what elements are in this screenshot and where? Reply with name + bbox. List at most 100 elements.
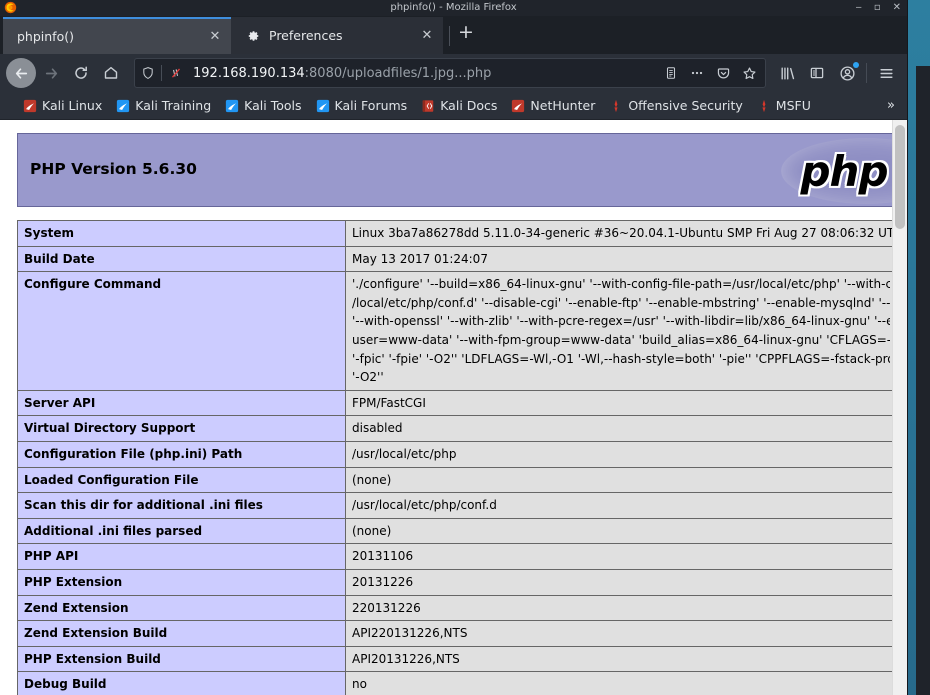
tab-separator [449,26,450,46]
new-tab-button[interactable]: + [452,22,484,46]
offsec-icon [614,99,618,112]
configure-line: './configure' '--build=x86_64-linux-gnu'… [352,277,890,292]
maximize-button[interactable]: ▫ [874,0,881,16]
bookmark-label: MSFU [775,98,811,113]
row-key: Loaded Configuration File [17,466,346,494]
url-input[interactable]: 192.168.190.134:8080/uploadfiles/1.jpg..… [187,66,659,81]
tab-close-icon[interactable]: ✕ [207,29,223,44]
scrollbar-thumb[interactable] [895,125,905,229]
configure-line: user=www-data' '--with-fpm-group=www-dat… [352,332,890,347]
row-key: Configure Command [17,271,346,391]
forward-button[interactable] [36,58,66,88]
table-row: Loaded Configuration File (none) [17,466,897,494]
reader-mode-icon[interactable] [659,61,683,85]
bookmark-msfu[interactable]: MSFU [750,95,818,117]
table-row: PHP Extension Build API20131226,NTS [17,645,897,673]
configure-line: '-fpic' '-fpie' '-O2'' 'LDFLAGS=-Wl,-O1 … [352,351,890,366]
tab-strip: phpinfo() ✕ Preferences ✕ + [0,16,907,54]
row-value: /usr/local/etc/php [345,440,897,468]
table-row: PHP API 20131106 [17,543,897,570]
offsec-icon [762,99,766,112]
bookmark-kali-training[interactable]: Kali Training [109,95,218,117]
tab-label: phpinfo() [17,29,74,44]
vertical-scrollbar[interactable] [892,120,907,695]
close-button[interactable]: ✕ [893,0,901,16]
kali-dragon-icon [23,99,37,112]
tab-phpinfo[interactable]: phpinfo() ✕ [3,17,231,54]
bookmark-kali-tools[interactable]: Kali Tools [218,95,308,117]
bookmark-label: Kali Linux [42,98,103,113]
row-key: PHP Extension Build [17,645,346,673]
tab-preferences[interactable]: Preferences ✕ [231,17,443,54]
bookmark-label: Kali Tools [244,98,302,113]
bookmark-kali-forums[interactable]: Kali Forums [309,95,415,117]
row-key: Virtual Directory Support [17,415,346,442]
table-row: Zend Extension 220131226 [17,594,897,622]
kali-book-icon [422,99,434,112]
insecure-connection-icon[interactable] [165,66,187,80]
navigation-toolbar: 192.168.190.134:8080/uploadfiles/1.jpg..… [0,54,907,92]
phpinfo-table: System Linux 3ba7a86278dd 5.11.0-34-gene… [17,220,897,695]
window-titlebar: phpinfo() - Mozilla Firefox ‒ ▫ ✕ [0,0,907,16]
account-icon[interactable] [832,58,862,88]
bookmark-kali-docs[interactable]: Kali Docs [414,95,504,117]
row-key: Server API [17,389,346,417]
table-row: Configure Command './configure' '--build… [17,271,897,391]
library-icon[interactable] [772,58,802,88]
back-button[interactable] [6,58,36,88]
row-key: Zend Extension Build [17,620,346,647]
window-title: phpinfo() - Mozilla Firefox [390,2,517,13]
tab-label: Preferences [269,28,343,43]
table-row: Zend Extension Build API220131226,NTS [17,620,897,647]
row-key: PHP API [17,543,346,570]
row-value: API20131226,NTS [345,645,897,673]
page-title: PHP Version 5.6.30 [30,160,197,178]
home-button[interactable] [96,58,126,88]
bookmark-label: Offensive Security [628,98,743,113]
phpinfo-page: PHP Version 5.6.30 php System Linux 3ba7… [9,120,897,695]
php-logo-icon: php [781,138,896,204]
table-row: Virtual Directory Support disabled [17,415,897,442]
url-bar[interactable]: 192.168.190.134:8080/uploadfiles/1.jpg..… [134,58,766,88]
row-key: Debug Build [17,671,346,695]
row-key: Zend Extension [17,594,346,622]
row-value: 20131106 [345,543,897,570]
shield-icon[interactable] [137,66,159,80]
ellipsis-icon[interactable] [685,61,709,85]
bookmark-offensive-security[interactable]: Offensive Security [602,95,749,117]
url-host: 192.168.190.134 [193,65,305,81]
table-row: Configuration File (php.ini) Path /usr/l… [17,440,897,468]
reload-button[interactable] [66,58,96,88]
table-row: Scan this dir for additional .ini files … [17,492,897,519]
row-value: May 13 2017 01:24:07 [345,245,897,273]
window-controls: ‒ ▫ ✕ [855,0,901,16]
bookmarks-bar: Kali Linux Kali Training Kali Tools Kali… [0,92,907,120]
kali-dragon-icon [512,99,525,112]
table-row: Debug Build no [17,671,897,695]
row-value-configure-command: './configure' '--build=x86_64-linux-gnu'… [345,271,897,391]
row-value: /usr/local/etc/php/conf.d [345,492,897,519]
bookmark-nethunter[interactable]: NetHunter [504,95,602,117]
table-row: Additional .ini files parsed (none) [17,517,897,545]
configure-line: '--with-openssl' '--with-zlib' '--with-p… [352,314,890,329]
row-value: 20131226 [345,568,897,596]
bookmark-kali-linux[interactable]: Kali Linux [16,95,109,117]
row-value: Linux 3ba7a86278dd 5.11.0-34-generic #36… [345,220,897,247]
desktop: phpinfo() - Mozilla Firefox ‒ ▫ ✕ phpinf… [0,0,930,695]
hamburger-menu-icon[interactable] [871,58,901,88]
bookmarks-overflow-button[interactable]: » [879,98,903,113]
row-value: API220131226,NTS [345,620,897,647]
star-icon[interactable] [737,61,761,85]
minimize-button[interactable]: ‒ [855,0,861,16]
firefox-window: phpinfo() - Mozilla Firefox ‒ ▫ ✕ phpinf… [0,0,907,695]
kali-dragon-icon [117,99,130,112]
row-value: no [345,671,897,695]
pocket-icon[interactable] [711,61,735,85]
row-key: Configuration File (php.ini) Path [17,440,346,468]
sidebar-icon[interactable] [802,58,832,88]
bookmark-label: Kali Docs [440,98,498,113]
tab-close-icon[interactable]: ✕ [419,28,435,43]
url-divider [161,65,162,81]
kali-dragon-icon [316,99,329,112]
table-row: PHP Extension 20131226 [17,568,897,596]
